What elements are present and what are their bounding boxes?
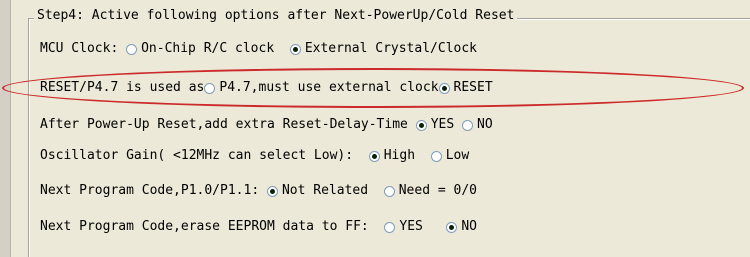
reset-delay-no-option[interactable]: NO	[462, 114, 493, 136]
osc-gain-label: Oscillator Gain( <12MHz can select Low):	[40, 148, 369, 163]
mcu-clock-row: MCU Clock: On-Chip R/C clock External Cr…	[40, 38, 477, 60]
osc-gain-high-label: High	[383, 148, 431, 163]
erase-eeprom-no-label: NO	[461, 219, 477, 234]
reset-delay-no-label: NO	[477, 117, 493, 132]
erase-eeprom-yes-radio[interactable]	[384, 221, 396, 233]
osc-gain-high-radio[interactable]	[368, 150, 380, 162]
mcu-clock-external-option[interactable]: External Crystal/Clock	[289, 38, 477, 60]
groupbox-title: Step4: Active following options after Ne…	[34, 8, 518, 23]
p10-p11-label: Next Program Code,P1.0/P1.1:	[40, 183, 267, 198]
p10-p11-need-radio[interactable]	[383, 185, 395, 197]
erase-eeprom-no-radio[interactable]	[446, 221, 458, 233]
reset-delay-label: After Power-Up Reset,add extra Reset-Del…	[40, 117, 416, 132]
reset-delay-no-radio[interactable]	[462, 119, 473, 131]
reset-delay-row: After Power-Up Reset,add extra Reset-Del…	[40, 114, 493, 136]
erase-eeprom-label: Next Program Code,erase EEPROM data to F…	[40, 219, 385, 234]
p10-p11-row: Next Program Code,P1.0/P1.1: Not Related…	[40, 180, 477, 202]
reset-p47-io-option[interactable]: P4.7,must use external clock	[204, 77, 439, 99]
erase-eeprom-no-option[interactable]: NO	[446, 216, 477, 238]
p10-p11-need-label: Need = 0/0	[398, 183, 478, 198]
osc-gain-low-radio[interactable]	[430, 150, 442, 162]
osc-gain-low-label: Low	[445, 148, 470, 163]
reset-p47-row: RESET/P4.7 is used as P4.7,must use exte…	[40, 77, 493, 99]
reset-p47-reset-radio[interactable]	[438, 82, 450, 94]
reset-p47-io-label: P4.7,must use external clock	[219, 80, 439, 95]
osc-gain-low-option[interactable]: Low	[430, 145, 470, 167]
p10-p11-need-option[interactable]: Need = 0/0	[383, 180, 478, 202]
left-panel-edge	[0, 0, 11, 257]
p10-p11-not-related-label: Not Related	[281, 183, 384, 198]
erase-eeprom-row: Next Program Code,erase EEPROM data to F…	[40, 216, 477, 238]
reset-p47-label: RESET/P4.7 is used as	[40, 80, 205, 95]
mcu-clock-external-radio[interactable]	[289, 43, 301, 55]
reset-p47-reset-label: RESET	[453, 80, 493, 95]
erase-eeprom-yes-label: YES	[399, 219, 447, 234]
reset-p47-reset-option[interactable]: RESET	[438, 77, 493, 99]
reset-p47-io-radio[interactable]	[204, 82, 216, 94]
mcu-clock-label: MCU Clock:	[40, 41, 127, 56]
mcu-clock-onchip-option[interactable]: On-Chip R/C clock	[126, 38, 290, 60]
p10-p11-not-related-option[interactable]: Not Related	[266, 180, 384, 202]
reset-delay-yes-label: YES	[430, 117, 462, 132]
erase-eeprom-yes-option[interactable]: YES	[384, 216, 446, 238]
p10-p11-not-related-radio[interactable]	[266, 185, 278, 197]
osc-gain-row: Oscillator Gain( <12MHz can select Low):…	[40, 145, 469, 167]
mcu-clock-external-label: External Crystal/Clock	[304, 41, 477, 56]
osc-gain-high-option[interactable]: High	[368, 145, 431, 167]
reset-delay-yes-radio[interactable]	[415, 119, 427, 131]
mcu-clock-onchip-radio[interactable]	[126, 43, 138, 55]
mcu-clock-onchip-label: On-Chip R/C clock	[141, 41, 290, 56]
reset-delay-yes-option[interactable]: YES	[415, 114, 462, 136]
